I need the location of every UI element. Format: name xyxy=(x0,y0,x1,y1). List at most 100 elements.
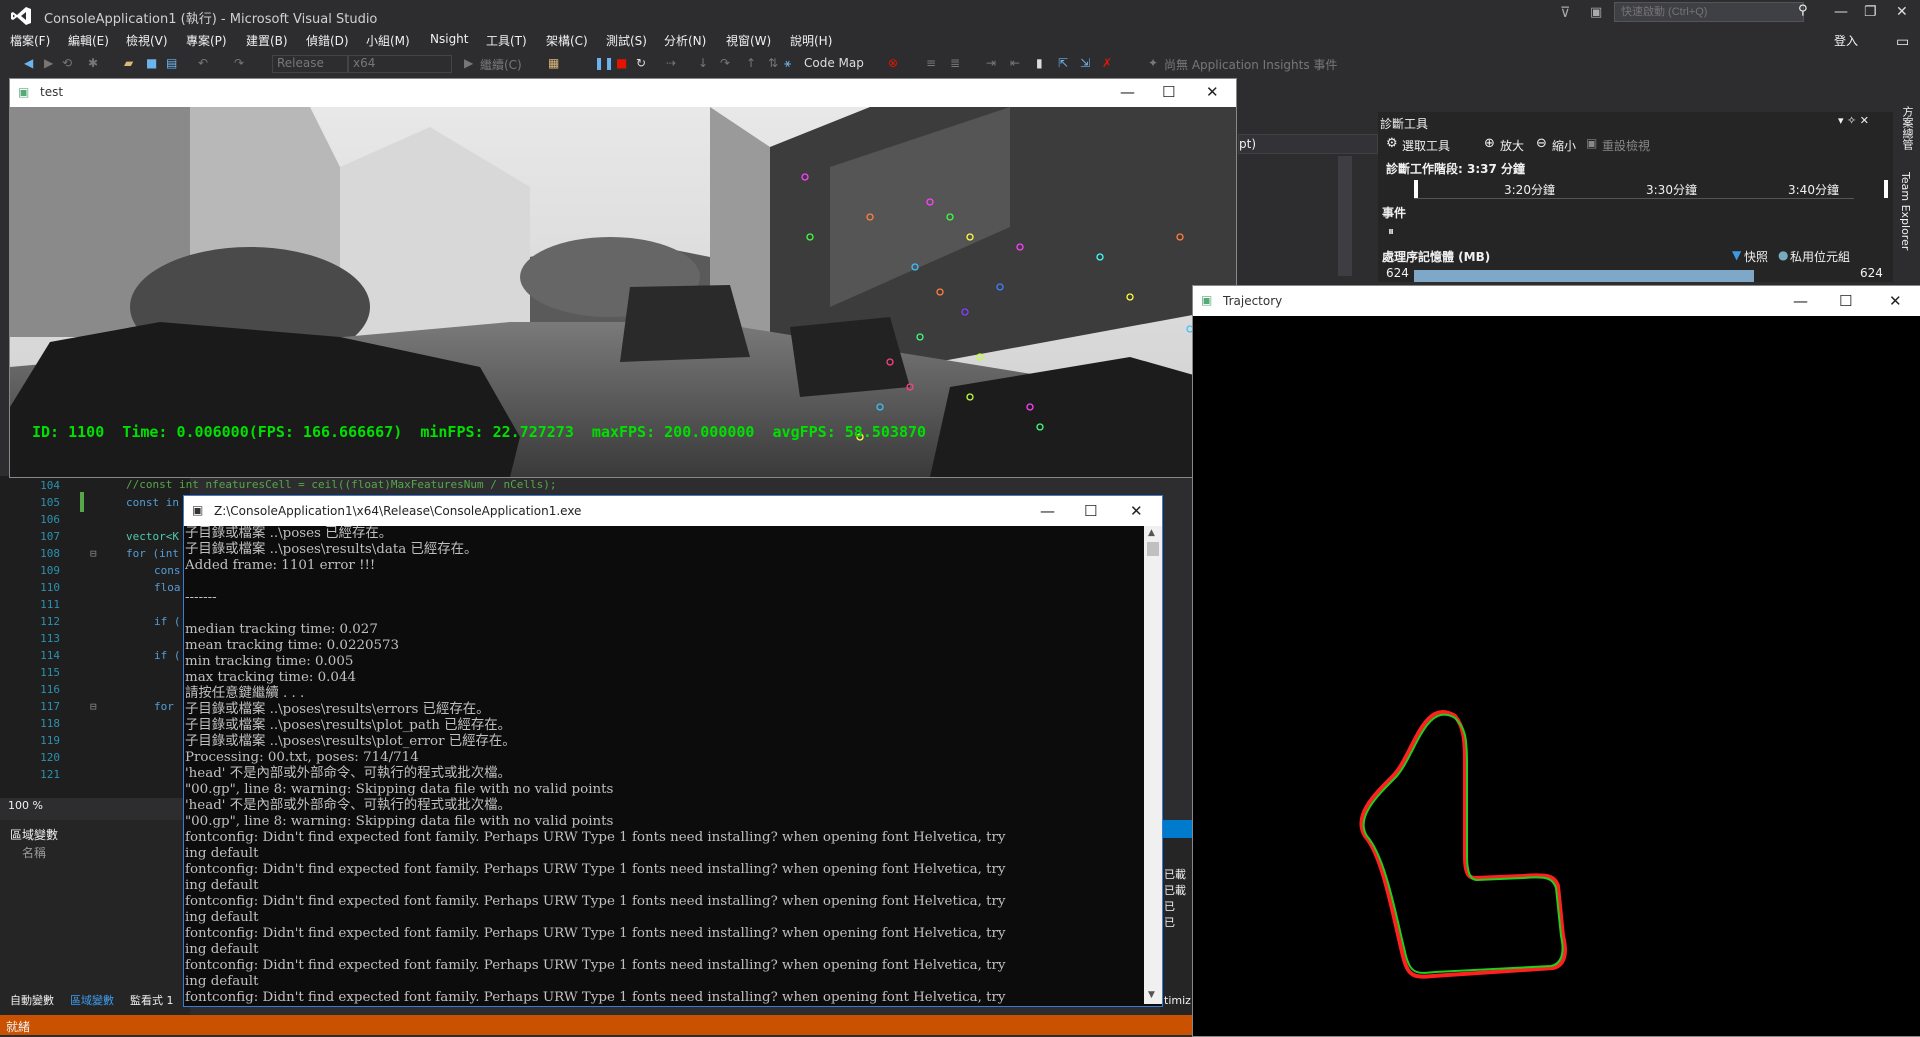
redo-icon[interactable]: ↷ xyxy=(234,56,244,70)
filter-icon[interactable]: ⊽ xyxy=(1560,5,1570,21)
continue-button[interactable]: 繼續(C) xyxy=(480,56,522,73)
indent-icon[interactable]: ⇥ xyxy=(986,56,996,70)
menu-window[interactable]: 視窗(W) xyxy=(726,32,771,49)
bookmark-icon[interactable]: ▮ xyxy=(1036,56,1043,70)
settings-icon[interactable]: ⚙ xyxy=(1386,136,1398,151)
insights-events[interactable]: 尚無 Application Insights 事件 xyxy=(1164,56,1337,73)
platform-dropdown[interactable]: x64 xyxy=(348,55,452,73)
scroll-down-icon[interactable]: ▼ xyxy=(1148,990,1155,1000)
menu-team[interactable]: 小組(M) xyxy=(366,32,410,49)
tab-autos[interactable]: 自動變數 xyxy=(10,992,54,1008)
back-icon[interactable]: ◀ xyxy=(24,56,33,70)
scroll-thumb[interactable] xyxy=(1147,542,1159,556)
code-map-icon[interactable]: ⚹ xyxy=(784,56,791,71)
close-button[interactable]: ✕ xyxy=(1889,292,1902,310)
comment-icon[interactable]: ≡ xyxy=(926,56,936,70)
next-bookmark-icon[interactable]: ⇲ xyxy=(1080,56,1090,70)
select-tools-button[interactable]: 選取工具 xyxy=(1402,137,1450,154)
trajectory-titlebar[interactable]: ▣ Trajectory — ☐ ✕ xyxy=(1193,286,1920,316)
editor-scrollbar[interactable] xyxy=(1338,156,1352,276)
save-all-icon[interactable]: ▤ xyxy=(166,56,177,70)
console-titlebar[interactable]: ▣ Z:\ConsoleApplication1\x64\Release\Con… xyxy=(184,496,1162,526)
collapse-toggle[interactable]: ⊟ xyxy=(90,547,97,560)
solution-explorer-tab[interactable]: 方案總管 xyxy=(1899,106,1915,150)
maximize-button[interactable]: ☐ xyxy=(1084,502,1097,520)
minimize-button[interactable]: — xyxy=(1120,83,1135,101)
name-column-header[interactable]: 名稱 xyxy=(22,844,46,861)
restart-icon[interactable]: ↻ xyxy=(636,56,646,70)
output-tab[interactable]: timiz xyxy=(1164,994,1191,1007)
test-window-titlebar[interactable]: ▣ test — ☐ ✕ xyxy=(10,79,1236,107)
menu-file[interactable]: 檔案(F) xyxy=(10,32,50,49)
refresh-icon[interactable]: ⟲ xyxy=(62,56,72,70)
console-output[interactable]: 子目錄或檔案 ..\poses 已經存在。 子目錄或檔案 ..\poses\re… xyxy=(185,526,1143,1004)
collapse-toggle[interactable]: ⊟ xyxy=(90,700,97,713)
test-window[interactable]: ▣ test — ☐ ✕ ID: 1100 Time: 0.006000(FPS… xyxy=(9,78,1237,478)
minimize-button[interactable]: — xyxy=(1793,292,1808,310)
step-out-icon[interactable]: ↑ xyxy=(746,56,756,70)
breakpoint-toggle-icon[interactable]: ⊗ xyxy=(888,56,898,70)
uncomment-icon[interactable]: ≣ xyxy=(950,56,960,70)
menu-architecture[interactable]: 架構(C) xyxy=(546,32,588,49)
step-icon[interactable]: ⇅ xyxy=(768,56,778,70)
configuration-dropdown[interactable]: Release xyxy=(272,55,348,73)
outdent-icon[interactable]: ⇤ xyxy=(1010,56,1020,70)
console-scrollbar[interactable]: ▲ ▼ xyxy=(1144,526,1162,1004)
timeline-start-handle[interactable] xyxy=(1414,180,1418,198)
console-window[interactable]: ▣ Z:\ConsoleApplication1\x64\Release\Con… xyxy=(183,495,1163,1007)
events-section[interactable]: 事件 xyxy=(1382,204,1406,221)
show-next-statement-icon[interactable]: ⇢ xyxy=(666,56,676,70)
prev-bookmark-icon[interactable]: ⇱ xyxy=(1058,56,1068,70)
break-all-icon[interactable]: ❚❚ xyxy=(594,56,614,70)
timeline-ruler[interactable]: 3:20分鐘 3:30分鐘 3:40分鐘 xyxy=(1414,180,1888,199)
undo-icon[interactable]: ↶ xyxy=(198,56,208,70)
continue-icon[interactable]: ▶ xyxy=(464,56,473,70)
search-icon[interactable]: ⚲ xyxy=(1798,3,1808,18)
maximize-button[interactable]: ☐ xyxy=(1839,292,1852,310)
menu-tools[interactable]: 工具(T) xyxy=(486,32,527,49)
pause-events-icon[interactable]: ⏸ xyxy=(1388,224,1394,239)
forward-icon[interactable]: ▶ xyxy=(44,56,53,70)
close-button[interactable]: ✕ xyxy=(1130,502,1143,520)
clear-bookmarks-icon[interactable]: ✗ xyxy=(1102,56,1112,70)
menu-help[interactable]: 說明(H) xyxy=(790,32,832,49)
menu-test[interactable]: 測試(S) xyxy=(606,32,647,49)
step-over-icon[interactable]: ↷ xyxy=(720,56,730,70)
menu-debug[interactable]: 偵錯(D) xyxy=(306,32,349,49)
save-icon[interactable]: ■ xyxy=(146,56,157,70)
scroll-up-icon[interactable]: ▲ xyxy=(1148,528,1155,538)
zoom-in-icon[interactable]: ⊕ xyxy=(1484,136,1495,151)
zoom-out-button[interactable]: 縮小 xyxy=(1552,137,1576,154)
process-icon[interactable]: ▦ xyxy=(548,56,559,70)
zoom-level[interactable]: 100 % xyxy=(8,799,43,812)
menu-view[interactable]: 檢視(V) xyxy=(126,32,168,49)
reset-view-icon[interactable]: ▣ xyxy=(1586,136,1597,150)
stop-icon[interactable]: ■ xyxy=(616,56,627,70)
close-button[interactable]: ✕ xyxy=(1206,83,1219,101)
tab-locals[interactable]: 區域變數 xyxy=(70,992,114,1008)
maximize-button[interactable]: ❐ xyxy=(1864,4,1877,20)
zoom-in-button[interactable]: 放大 xyxy=(1500,137,1524,154)
tab-watch-1[interactable]: 監看式 1 xyxy=(130,992,174,1008)
frame-dropdown[interactable]: pt) xyxy=(1238,134,1378,154)
pin-icon[interactable]: ▾ ✧ ✕ xyxy=(1838,114,1869,127)
minimize-button[interactable]: — xyxy=(1834,4,1848,20)
menu-analyze[interactable]: 分析(N) xyxy=(664,32,706,49)
feedback-icon[interactable]: ▣ xyxy=(1590,5,1602,20)
sign-in-link[interactable]: 登入 xyxy=(1834,32,1858,49)
quick-launch-input[interactable] xyxy=(1614,2,1804,22)
account-icon[interactable]: ▭ xyxy=(1896,34,1909,50)
timeline-end-handle[interactable] xyxy=(1884,180,1888,198)
step-into-icon[interactable]: ↓ xyxy=(698,56,708,70)
code-editor[interactable]: 104 105 106 107 108 109 110 111 112 113 … xyxy=(0,476,190,806)
new-project-icon[interactable]: ✱ xyxy=(88,56,98,70)
team-explorer-tab[interactable]: Team Explorer xyxy=(1899,172,1912,250)
minimize-button[interactable]: — xyxy=(1040,502,1055,520)
reset-view-button[interactable]: 重設檢視 xyxy=(1602,137,1650,154)
menu-build[interactable]: 建置(B) xyxy=(246,32,288,49)
zoom-out-icon[interactable]: ⊖ xyxy=(1536,136,1547,151)
close-button[interactable]: ✕ xyxy=(1896,4,1908,20)
menu-project[interactable]: 專案(P) xyxy=(186,32,227,49)
maximize-button[interactable]: ☐ xyxy=(1162,83,1175,101)
trajectory-window[interactable]: ▣ Trajectory — ☐ ✕ xyxy=(1192,285,1920,1037)
